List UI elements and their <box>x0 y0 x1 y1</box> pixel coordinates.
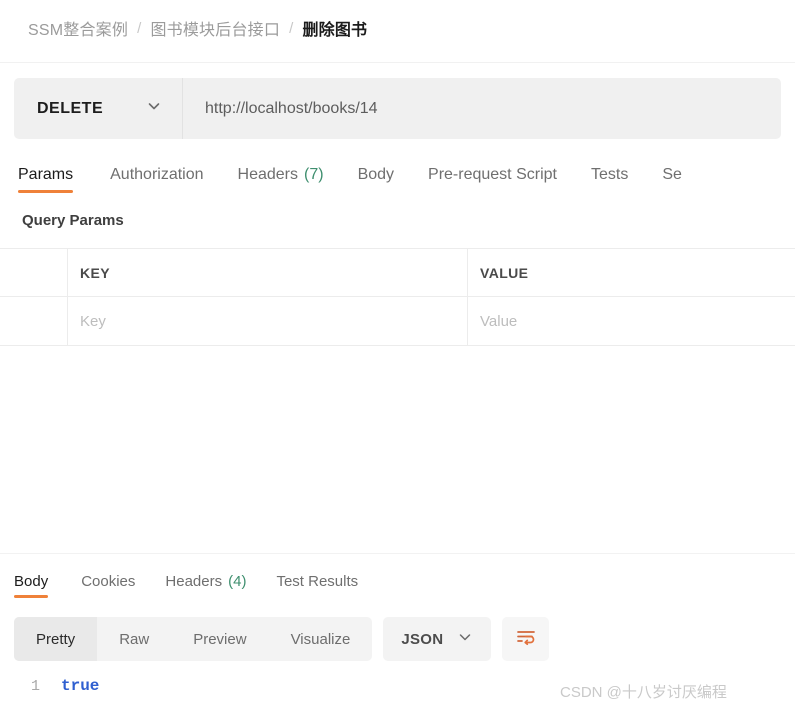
tab-headers-label: Headers <box>237 166 298 183</box>
response-language-label: JSON <box>401 630 444 648</box>
response-tab-headers-label: Headers <box>165 572 223 590</box>
chevron-down-icon <box>457 629 473 650</box>
row-checkbox-cell[interactable] <box>0 297 68 345</box>
tab-settings[interactable]: Se <box>645 152 699 198</box>
view-preview-label: Preview <box>193 630 247 648</box>
view-pretty-button[interactable]: Pretty <box>14 617 98 661</box>
table-gutter-cell <box>0 249 68 296</box>
word-wrap-button[interactable] <box>502 617 550 661</box>
header-divider <box>0 62 795 63</box>
response-language-selector[interactable]: JSON <box>383 617 492 661</box>
response-tab-cookies[interactable]: Cookies <box>66 560 150 602</box>
tab-tests-label: Tests <box>590 166 629 183</box>
table-header-row: KEY VALUE <box>0 248 795 297</box>
breadcrumb-item-request[interactable]: 删除图书 <box>302 16 367 40</box>
request-url-text: http://localhost/books/14 <box>205 99 378 117</box>
param-key-placeholder: Key <box>80 312 106 330</box>
view-visualize-label: Visualize <box>290 630 351 648</box>
tab-params[interactable]: Params <box>18 152 93 198</box>
http-method-label: DELETE <box>37 99 104 117</box>
table-row: Key Value <box>0 297 795 346</box>
query-params-title: Query Params <box>22 212 124 229</box>
tab-params-label: Params <box>18 166 74 183</box>
response-tab-headers-count: (4) <box>228 572 247 590</box>
response-tab-headers[interactable]: Headers (4) <box>150 560 261 602</box>
breadcrumb-item-collection[interactable]: SSM整合案例 <box>28 16 128 40</box>
tab-pre-request-script[interactable]: Pre-request Script <box>411 152 574 198</box>
column-header-key: KEY <box>68 249 468 296</box>
view-visualize-button[interactable]: Visualize <box>269 617 373 661</box>
response-tab-test-results-label: Test Results <box>276 572 359 590</box>
column-header-value: VALUE <box>468 249 795 296</box>
watermark: CSDN @十八岁讨厌编程 <box>560 684 727 701</box>
word-wrap-icon <box>515 627 537 652</box>
tab-authorization[interactable]: Authorization <box>93 152 220 198</box>
breadcrumb: SSM整合案例 / 图书模块后台接口 / 删除图书 <box>28 16 367 40</box>
view-raw-button[interactable]: Raw <box>97 617 171 661</box>
param-key-input[interactable]: Key <box>68 297 468 345</box>
response-format-toolbar: Pretty Raw Preview Visualize JSON <box>14 617 550 661</box>
view-preview-button[interactable]: Preview <box>171 617 268 661</box>
request-url-bar: DELETE http://localhost/books/14 <box>14 78 781 139</box>
chevron-down-icon <box>146 98 162 119</box>
tab-authorization-label: Authorization <box>110 166 204 183</box>
param-value-input[interactable]: Value <box>468 297 795 345</box>
tab-body[interactable]: Body <box>341 152 411 198</box>
response-divider <box>0 553 795 554</box>
response-tabs: Body Cookies Headers (4) Test Results <box>0 560 795 602</box>
tab-tests[interactable]: Tests <box>574 152 645 198</box>
breadcrumb-separator: / <box>289 19 294 37</box>
view-pretty-label: Pretty <box>36 630 76 648</box>
response-tab-body-label: Body <box>14 572 49 590</box>
response-view-switcher: Pretty Raw Preview Visualize <box>14 617 373 661</box>
query-params-table: KEY VALUE Key Value <box>0 248 795 346</box>
view-raw-label: Raw <box>119 630 150 648</box>
tab-headers[interactable]: Headers (7) <box>221 152 341 198</box>
param-value-placeholder: Value <box>480 312 518 330</box>
line-number: 1 <box>30 677 40 695</box>
tab-headers-count: (7) <box>304 166 324 183</box>
tab-pre-request-script-label: Pre-request Script <box>428 166 557 183</box>
code-token-boolean: true <box>61 677 100 695</box>
breadcrumb-separator: / <box>137 19 142 37</box>
column-header-key-label: KEY <box>80 264 110 281</box>
http-method-selector[interactable]: DELETE <box>14 78 183 139</box>
request-url-input[interactable]: http://localhost/books/14 <box>183 78 781 139</box>
response-tab-body[interactable]: Body <box>14 560 66 602</box>
tab-settings-label: Se <box>662 166 682 183</box>
column-header-value-label: VALUE <box>480 264 529 281</box>
postman-request-view: SSM整合案例 / 图书模块后台接口 / 删除图书 DELETE http://… <box>0 0 795 711</box>
response-tab-test-results[interactable]: Test Results <box>261 560 373 602</box>
breadcrumb-item-folder[interactable]: 图书模块后台接口 <box>150 16 280 40</box>
response-tab-cookies-label: Cookies <box>81 572 136 590</box>
request-tabs: Params Authorization Headers (7) Body Pr… <box>0 152 795 198</box>
tab-body-label: Body <box>357 166 395 183</box>
